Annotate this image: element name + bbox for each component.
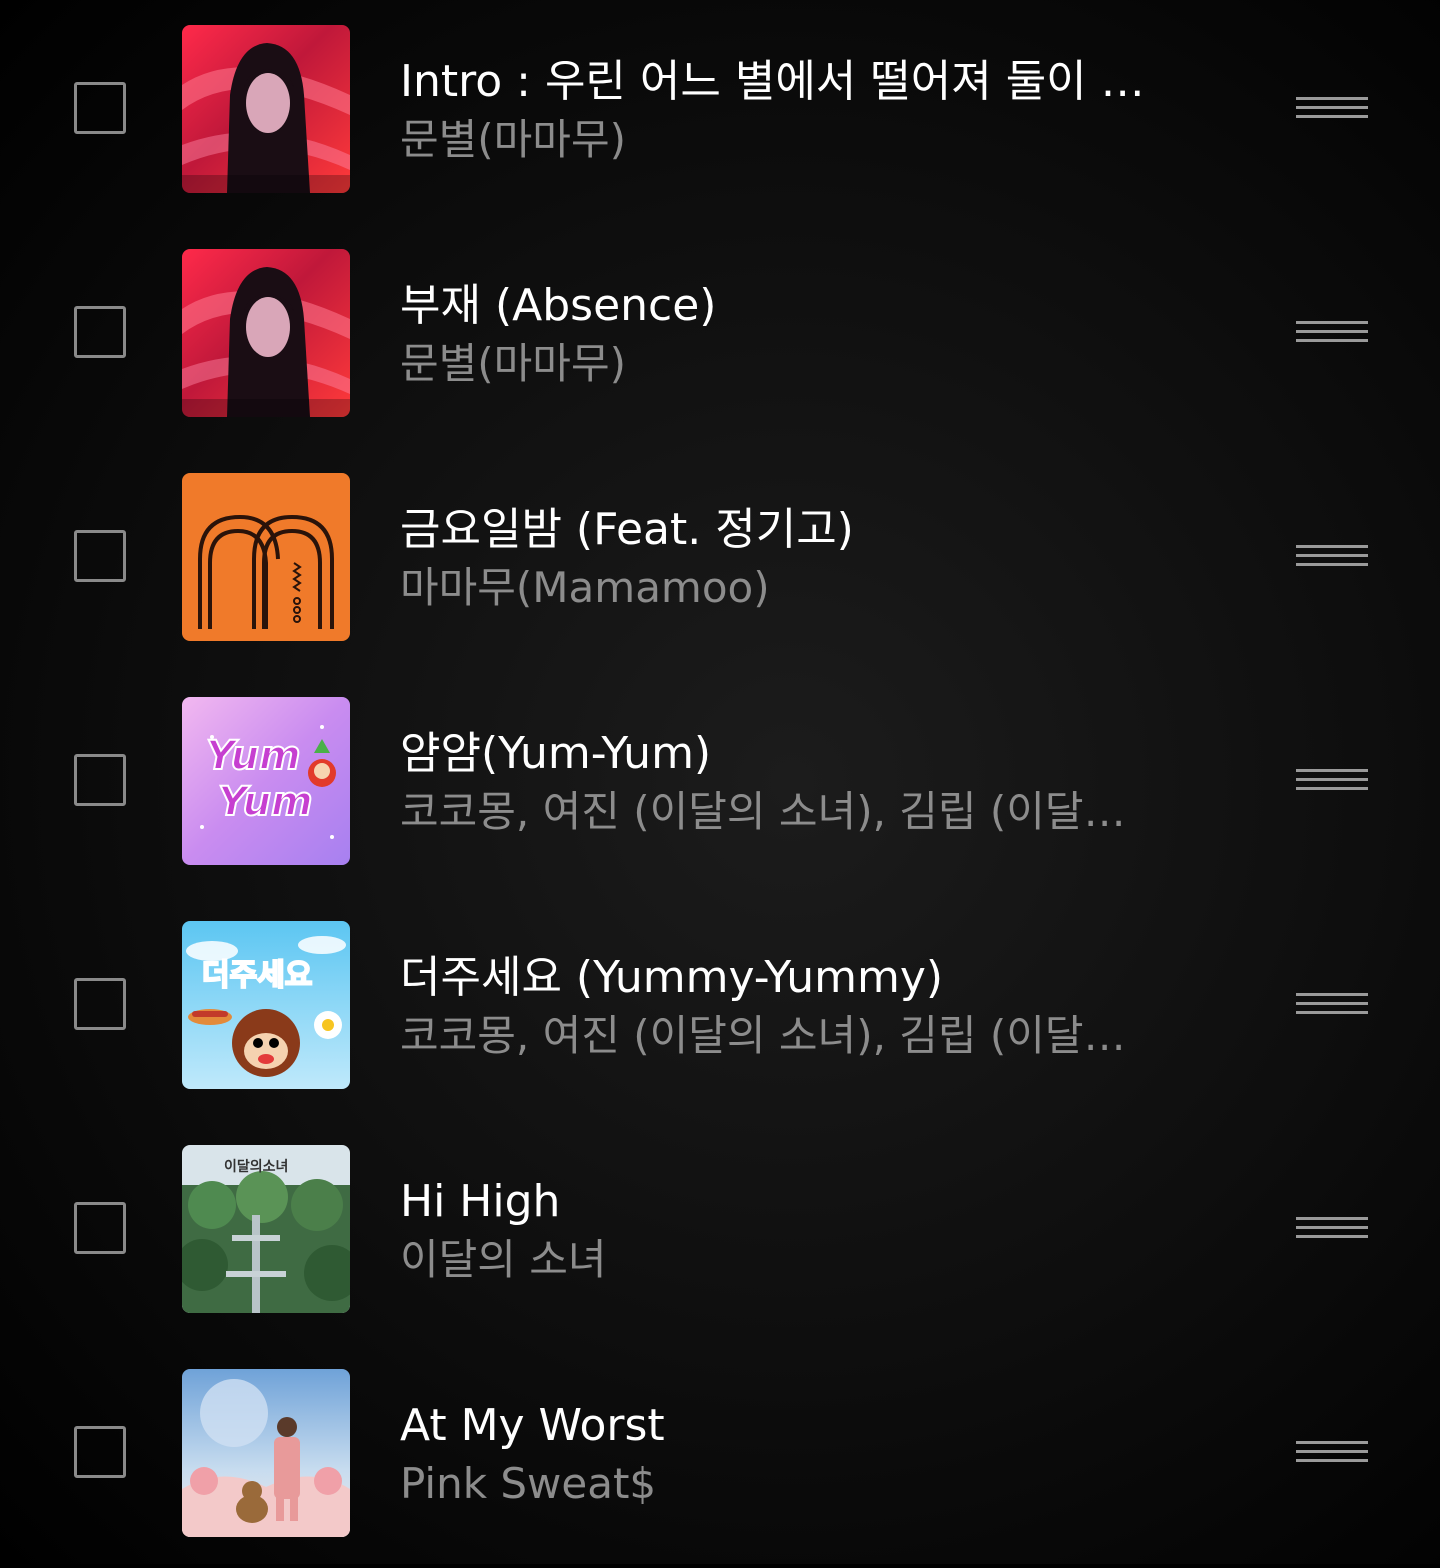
svg-text:Yum: Yum <box>218 779 313 825</box>
drag-handle-icon[interactable] <box>1296 992 1368 1020</box>
track-row[interactable]: At My Worst Pink Sweat$ <box>0 1344 1440 1568</box>
album-art-hi-high: 이달의소녀 <box>182 1145 350 1313</box>
album-art-moon <box>182 25 350 193</box>
track-title: At My Worst <box>400 1400 665 1451</box>
track-artist: 마마무(Mamamoo) <box>400 563 770 612</box>
track-row[interactable]: 금요일밤 (Feat. 정기고) 마마무(Mamamoo) <box>0 448 1440 672</box>
drag-handle-icon[interactable] <box>1296 1440 1368 1468</box>
track-title: 부재 (Absence) <box>400 280 717 331</box>
track-artist: 문별(마마무) <box>400 339 626 388</box>
drag-handle-icon[interactable] <box>1296 544 1368 572</box>
drag-handle-icon[interactable] <box>1296 96 1368 124</box>
track-row[interactable]: 부재 (Absence) 문별(마마무) <box>0 224 1440 448</box>
svg-text:Yum: Yum <box>206 733 301 779</box>
track-select-checkbox[interactable] <box>74 82 126 134</box>
track-artist: 코코몽, 여진 (이달의 소녀), 김립 (이달의... <box>400 1011 1140 1060</box>
album-art-mamamoo <box>182 473 350 641</box>
svg-text:이달의소녀: 이달의소녀 <box>224 1158 288 1175</box>
album-art-yum-yum: Yum Yum <box>182 697 350 865</box>
album-art-yummy-yummy: 더주세요 <box>182 921 350 1089</box>
track-artist: 코코몽, 여진 (이달의 소녀), 김립 (이달의... <box>400 787 1140 836</box>
track-row[interactable]: Yum Yum 얌얌(Yum-Yum) 코코몽, 여진 (이달의 소녀), 김립… <box>0 672 1440 896</box>
track-select-checkbox[interactable] <box>74 754 126 806</box>
track-title: Intro : 우린 어느 별에서 떨어져 둘이 됐... <box>400 56 1180 107</box>
track-select-checkbox[interactable] <box>74 978 126 1030</box>
track-title: 금요일밤 (Feat. 정기고) <box>400 504 854 555</box>
track-select-checkbox[interactable] <box>74 530 126 582</box>
track-row[interactable]: 이달의소녀 Hi High 이달의 소녀 <box>0 1120 1440 1344</box>
svg-text:더주세요: 더주세요 <box>202 958 312 993</box>
track-select-checkbox[interactable] <box>74 1202 126 1254</box>
album-art-at-my-worst <box>182 1369 350 1537</box>
track-title: 더주세요 (Yummy-Yummy) <box>400 952 944 1003</box>
track-row[interactable]: 더주세요 더주세요 (Yummy-Yummy) 코코몽, 여진 (이달의 소녀)… <box>0 896 1440 1120</box>
track-artist: 문별(마마무) <box>400 115 626 164</box>
track-select-checkbox[interactable] <box>74 306 126 358</box>
track-title: Hi High <box>400 1176 561 1227</box>
track-title: 얌얌(Yum-Yum) <box>400 728 712 779</box>
album-art-moon <box>182 249 350 417</box>
playlist-track-list: Intro : 우린 어느 별에서 떨어져 둘이 됐... 문별(마마무) 부재… <box>0 0 1440 1564</box>
track-row[interactable]: Intro : 우린 어느 별에서 떨어져 둘이 됐... 문별(마마무) <box>0 0 1440 224</box>
drag-handle-icon[interactable] <box>1296 320 1368 348</box>
drag-handle-icon[interactable] <box>1296 1216 1368 1244</box>
track-artist: 이달의 소녀 <box>400 1235 607 1284</box>
track-artist: Pink Sweat$ <box>400 1459 657 1508</box>
drag-handle-icon[interactable] <box>1296 768 1368 796</box>
track-select-checkbox[interactable] <box>74 1426 126 1478</box>
